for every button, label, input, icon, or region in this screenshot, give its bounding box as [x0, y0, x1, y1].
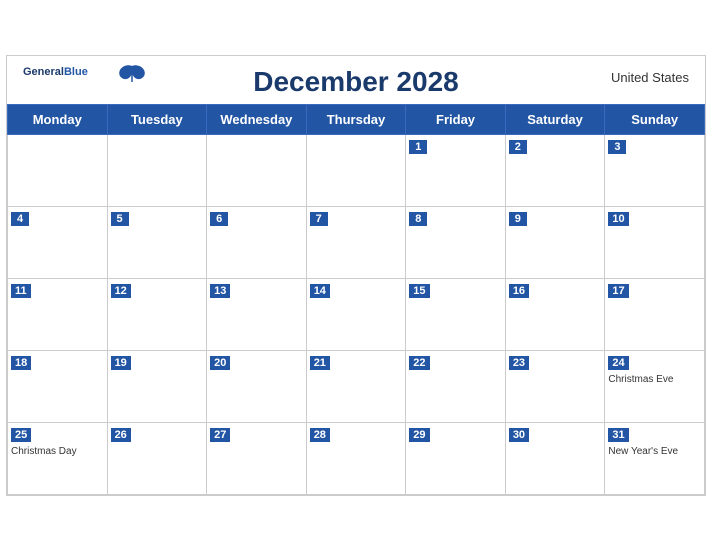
calendar-day-cell: 27 — [207, 422, 307, 494]
calendar-day-cell: 9 — [505, 206, 605, 278]
calendar-day-cell: 31 New Year's Eve — [605, 422, 705, 494]
day-number: 31 — [608, 428, 628, 442]
calendar-week-row: 18 19 20 21 22 23 24 Christmas Eve — [8, 350, 705, 422]
day-number: 26 — [111, 428, 131, 442]
calendar-week-row: 11 12 13 14 15 16 17 — [8, 278, 705, 350]
calendar-day-cell: 2 — [505, 134, 605, 206]
day-event: New Year's Eve — [608, 445, 701, 458]
logo-text: GeneralBlue — [23, 66, 88, 78]
calendar-day-cell: 19 — [107, 350, 207, 422]
day-number: 30 — [509, 428, 529, 442]
month-title: December 2028 — [253, 66, 458, 98]
day-number: 2 — [509, 140, 527, 154]
calendar-day-cell: 18 — [8, 350, 108, 422]
weekday-header-row: Monday Tuesday Wednesday Thursday Friday… — [8, 104, 705, 134]
calendar-day-cell: 28 — [306, 422, 406, 494]
header-friday: Friday — [406, 104, 506, 134]
day-number: 25 — [11, 428, 31, 442]
calendar-week-row: 1 2 3 — [8, 134, 705, 206]
day-number: 15 — [409, 284, 429, 298]
calendar-day-cell: 24 Christmas Eve — [605, 350, 705, 422]
calendar-day-cell — [207, 134, 307, 206]
day-number: 3 — [608, 140, 626, 154]
country-label: United States — [611, 70, 689, 85]
calendar-day-cell: 7 — [306, 206, 406, 278]
calendar-day-cell: 13 — [207, 278, 307, 350]
day-number: 6 — [210, 212, 228, 226]
calendar-day-cell: 21 — [306, 350, 406, 422]
day-number: 23 — [509, 356, 529, 370]
calendar-header: GeneralBlue December 2028 United States — [7, 56, 705, 104]
day-number: 13 — [210, 284, 230, 298]
header-monday: Monday — [8, 104, 108, 134]
header-sunday: Sunday — [605, 104, 705, 134]
logo-area: GeneralBlue — [23, 64, 146, 82]
calendar-day-cell: 14 — [306, 278, 406, 350]
header-thursday: Thursday — [306, 104, 406, 134]
calendar-day-cell: 3 — [605, 134, 705, 206]
day-event: Christmas Day — [11, 445, 104, 458]
header-tuesday: Tuesday — [107, 104, 207, 134]
day-number: 16 — [509, 284, 529, 298]
day-number: 29 — [409, 428, 429, 442]
calendar-day-cell — [107, 134, 207, 206]
calendar-day-cell: 23 — [505, 350, 605, 422]
calendar-table: Monday Tuesday Wednesday Thursday Friday… — [7, 104, 705, 495]
calendar-container: GeneralBlue December 2028 United States … — [6, 55, 706, 496]
calendar-day-cell: 1 — [406, 134, 506, 206]
calendar-day-cell: 10 — [605, 206, 705, 278]
calendar-day-cell: 11 — [8, 278, 108, 350]
calendar-day-cell: 17 — [605, 278, 705, 350]
logo-general-text: General — [23, 66, 64, 78]
day-number: 7 — [310, 212, 328, 226]
day-number: 19 — [111, 356, 131, 370]
day-number: 12 — [111, 284, 131, 298]
calendar-day-cell: 29 — [406, 422, 506, 494]
calendar-week-row: 25 Christmas Day 26 27 28 29 30 31 New Year's Ev… — [8, 422, 705, 494]
calendar-day-cell: 5 — [107, 206, 207, 278]
day-number: 28 — [310, 428, 330, 442]
calendar-day-cell: 16 — [505, 278, 605, 350]
logo-blue-text: Blue — [64, 66, 88, 78]
day-number: 8 — [409, 212, 427, 226]
calendar-day-cell — [8, 134, 108, 206]
calendar-day-cell: 12 — [107, 278, 207, 350]
calendar-day-cell: 26 — [107, 422, 207, 494]
day-number: 21 — [310, 356, 330, 370]
day-number: 11 — [11, 284, 31, 298]
day-number: 22 — [409, 356, 429, 370]
day-number: 1 — [409, 140, 427, 154]
header-saturday: Saturday — [505, 104, 605, 134]
calendar-day-cell: 8 — [406, 206, 506, 278]
calendar-day-cell: 22 — [406, 350, 506, 422]
day-number: 18 — [11, 356, 31, 370]
header-wednesday: Wednesday — [207, 104, 307, 134]
calendar-day-cell: 25 Christmas Day — [8, 422, 108, 494]
calendar-day-cell: 4 — [8, 206, 108, 278]
day-number: 27 — [210, 428, 230, 442]
day-number: 17 — [608, 284, 628, 298]
calendar-day-cell: 30 — [505, 422, 605, 494]
logo-bird-icon — [118, 64, 146, 82]
day-number: 9 — [509, 212, 527, 226]
day-number: 10 — [608, 212, 628, 226]
day-number: 5 — [111, 212, 129, 226]
day-number: 14 — [310, 284, 330, 298]
calendar-day-cell: 20 — [207, 350, 307, 422]
day-event: Christmas Eve — [608, 373, 701, 386]
calendar-week-row: 4 5 6 7 8 9 10 — [8, 206, 705, 278]
calendar-day-cell — [306, 134, 406, 206]
calendar-day-cell: 6 — [207, 206, 307, 278]
day-number: 24 — [608, 356, 628, 370]
day-number: 20 — [210, 356, 230, 370]
calendar-day-cell: 15 — [406, 278, 506, 350]
day-number: 4 — [11, 212, 29, 226]
